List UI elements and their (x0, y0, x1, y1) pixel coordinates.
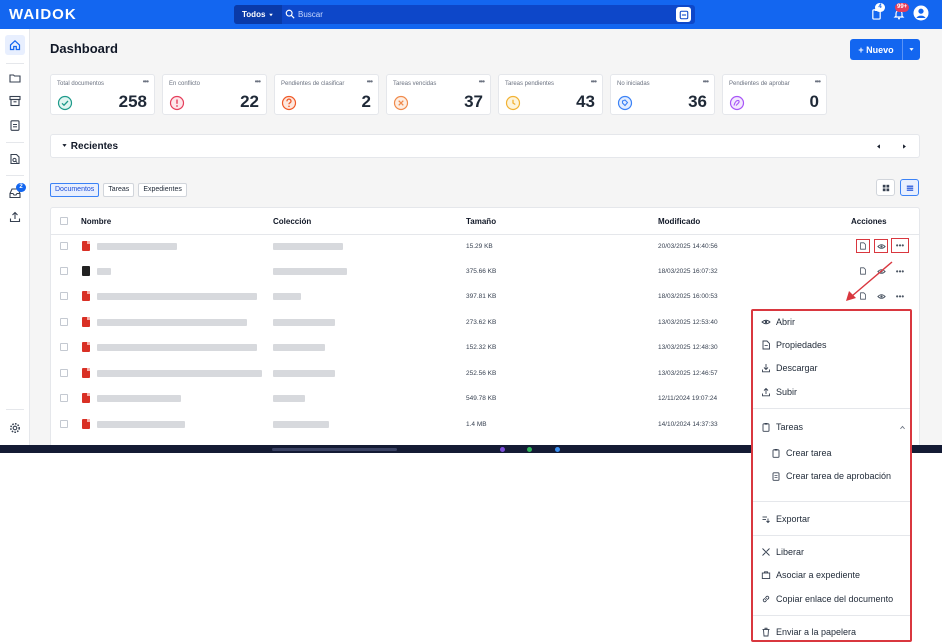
file-info-icon (762, 340, 770, 350)
download-icon (762, 364, 770, 373)
link-icon (762, 595, 770, 603)
menu-item-label: Liberar (776, 547, 805, 557)
menu-item-create-task[interactable]: Crear tarea (771, 446, 832, 460)
menu-item-label: Enviar a la papelera (776, 627, 857, 637)
menu-item-label: Exportar (776, 514, 811, 524)
menu-divider (753, 615, 910, 616)
menu-divider (753, 535, 910, 536)
unlink-icon (762, 548, 770, 556)
menu-item-label: Abrir (776, 317, 796, 327)
menu-item-properties[interactable]: Propiedades (761, 338, 827, 352)
menu-item-label: Subir (776, 387, 798, 397)
menu-item-label: Tareas (776, 422, 804, 432)
upload-icon (762, 387, 770, 397)
menu-item-label: Crear tarea (786, 448, 832, 458)
menu-item-label: Copiar enlace del documento (776, 594, 894, 604)
export-icon (762, 516, 770, 524)
menu-item-create-approval-task[interactable]: Crear tarea de aprobación (771, 469, 891, 483)
menu-divider (753, 501, 910, 502)
menu-item-open[interactable]: Abrir (761, 315, 795, 329)
clipboard-icon (772, 449, 780, 458)
menu-item-label: Crear tarea de aprobación (786, 471, 892, 481)
briefcase-icon (761, 571, 771, 579)
menu-item-copy-link[interactable]: Copiar enlace del documento (761, 592, 893, 606)
eye-icon (761, 319, 771, 325)
clipboard-check-icon (772, 472, 780, 481)
menu-item-upload[interactable]: Subir (761, 385, 797, 399)
menu-item-export[interactable]: Exportar (761, 512, 810, 526)
menu-item-link-to-file[interactable]: Asociar a expediente (761, 568, 860, 582)
menu-item-download[interactable]: Descargar (761, 361, 818, 375)
menu-item-label: Asociar a expediente (776, 570, 861, 580)
menu-item-label: Propiedades (776, 340, 827, 350)
trash-icon (762, 627, 770, 637)
clipboard-icon (762, 423, 770, 432)
menu-item-label: Descargar (776, 363, 818, 373)
chevron-up-icon (900, 425, 905, 429)
menu-group-tasks[interactable]: Tareas (761, 420, 906, 434)
menu-divider (753, 408, 910, 409)
app-root: WAIDOK Todos 4 99+ (0, 0, 942, 643)
context-menu: Abrir Propiedades Descargar Subir Tareas… (751, 309, 912, 642)
menu-item-trash[interactable]: Enviar a la papelera (761, 625, 856, 639)
menu-item-release[interactable]: Liberar (761, 545, 804, 559)
